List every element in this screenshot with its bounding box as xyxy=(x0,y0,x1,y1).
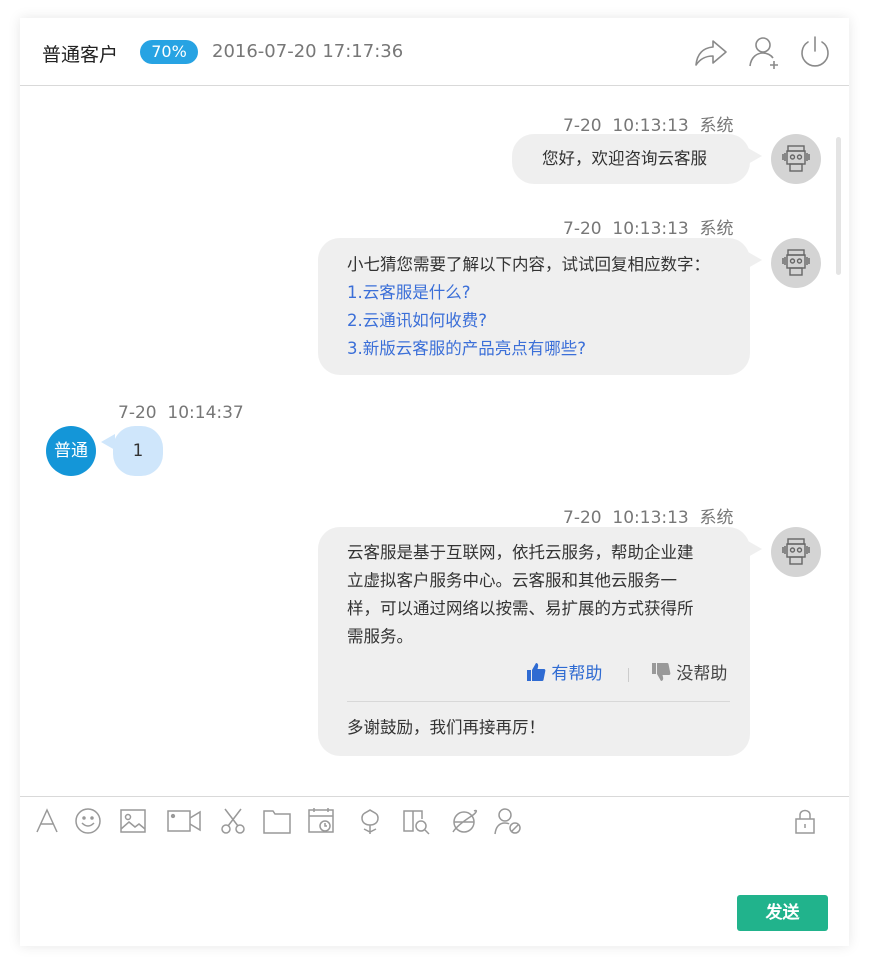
faq-link[interactable]: 2.云通讯如何收费? xyxy=(347,307,750,335)
browser-icon[interactable] xyxy=(450,807,478,835)
user-block-icon[interactable] xyxy=(494,807,522,835)
unhelpful-button[interactable]: 没帮助 xyxy=(651,660,727,688)
share-icon[interactable] xyxy=(693,34,729,70)
message-text: 立虚拟客户服务中心。云客服和其他云服务一 xyxy=(347,571,677,590)
video-icon[interactable] xyxy=(166,807,202,835)
book-search-icon[interactable] xyxy=(402,807,430,835)
satisfaction-badge: 70% xyxy=(140,40,198,64)
customer-type-title: 普通客户 xyxy=(42,44,119,66)
bot-message-bubble: 您好，欢迎咨询云客服 xyxy=(512,134,762,184)
thumbs-down-icon xyxy=(652,663,671,681)
message-text: 1 xyxy=(132,441,144,460)
faq-link[interactable]: 1.云客服是什么? xyxy=(347,279,750,307)
calendar-clock-icon[interactable] xyxy=(307,807,335,835)
scrollbar[interactable] xyxy=(836,137,841,275)
message-text: 小七猜您需要了解以下内容，试试回复相应数字： xyxy=(347,255,710,274)
emoji-icon[interactable] xyxy=(74,807,102,835)
add-user-icon[interactable] xyxy=(746,34,782,70)
message-text: 需服务。 xyxy=(347,627,413,646)
header-datetime: 2016-07-20 17:17:36 xyxy=(212,41,404,62)
helpful-label: 有帮助 xyxy=(551,664,603,684)
message-composer: 发送 xyxy=(20,796,849,946)
image-icon[interactable] xyxy=(119,807,147,835)
bot-avatar xyxy=(771,134,821,184)
bot-message-bubble: 云客服是基于互联网，依托云服务，帮助企业建 立虚拟客户服务中心。云客服和其他云服… xyxy=(318,527,762,756)
unhelpful-label: 没帮助 xyxy=(676,664,728,684)
user-message-bubble: 1 xyxy=(101,426,163,476)
message-meta: 7-20 10:13:13 系统 xyxy=(563,508,734,528)
message-meta: 7-20 10:13:13 系统 xyxy=(563,219,734,239)
robot-icon xyxy=(782,249,810,276)
message-list[interactable]: 7-20 10:13:13 系统 您好，欢迎咨询云客服 7-20 10:13:1… xyxy=(20,87,849,796)
message-text: 云客服是基于互联网，依托云服务，帮助企业建 xyxy=(347,543,694,562)
chat-panel: 普通客户 70% 2016-07-20 17:17:36 7-20 10:13:… xyxy=(20,18,849,946)
feedback-separator xyxy=(347,701,730,702)
message-text: 样，可以通过网络以按需、易扩展的方式获得所 xyxy=(347,599,694,618)
bot-message-bubble: 小七猜您需要了解以下内容，试试回复相应数字： 1.云客服是什么? 2.云通讯如何… xyxy=(318,238,762,375)
robot-icon xyxy=(782,145,810,172)
send-button[interactable]: 发送 xyxy=(737,895,828,931)
scissors-icon[interactable] xyxy=(219,807,247,835)
folder-icon[interactable] xyxy=(263,807,291,835)
robot-icon xyxy=(782,538,810,565)
thumbs-up-icon xyxy=(527,663,546,681)
user-avatar: 普通 xyxy=(46,426,96,476)
font-icon[interactable] xyxy=(33,807,61,835)
flower-icon[interactable] xyxy=(356,807,384,835)
chat-header: 普通客户 70% 2016-07-20 17:17:36 xyxy=(20,18,849,86)
lock-icon[interactable] xyxy=(793,807,817,835)
helpful-button[interactable]: 有帮助 xyxy=(526,660,602,688)
feedback-thanks-text: 多谢鼓励，我们再接再厉！ xyxy=(347,718,545,737)
message-meta: 7-20 10:13:13 系统 xyxy=(563,116,734,136)
bot-avatar xyxy=(771,527,821,577)
bot-avatar xyxy=(771,238,821,288)
message-text: 您好，欢迎咨询云客服 xyxy=(542,149,707,168)
message-meta: 7-20 10:14:37 xyxy=(118,403,244,423)
feedback-divider xyxy=(628,668,629,682)
power-icon[interactable] xyxy=(797,34,833,70)
faq-link[interactable]: 3.新版云客服的产品亮点有哪些? xyxy=(347,335,750,363)
